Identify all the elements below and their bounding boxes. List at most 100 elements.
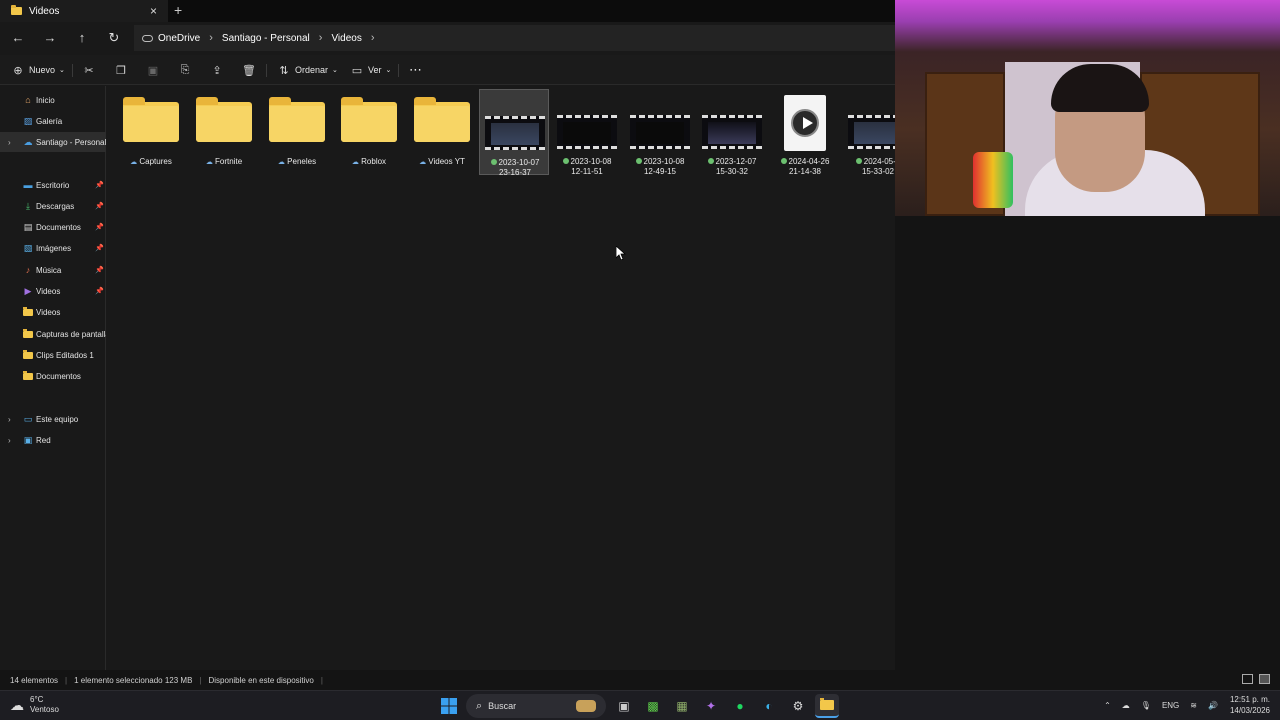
folder-tile-captures[interactable]: ☁ Captures — [116, 89, 186, 175]
refresh-icon[interactable]: ↻ — [105, 29, 123, 47]
pin-icon[interactable]: 📌 — [95, 223, 104, 231]
sidebar-item-musica[interactable]: ♪ Música 📌 — [0, 260, 106, 280]
sidebar-item-escritorio[interactable]: ▬ Escritorio 📌 — [0, 175, 106, 195]
sidebar-item-label: Documentos — [36, 371, 81, 381]
tiles-view-icon[interactable] — [1259, 674, 1270, 684]
synced-check-icon — [562, 158, 569, 164]
divider: | — [65, 675, 68, 685]
video-file-tile[interactable]: 2024-04-26 21-14-38 — [770, 89, 840, 176]
paste-button[interactable]: ▣ — [147, 62, 159, 78]
folder-icon — [23, 306, 33, 317]
up-icon[interactable]: ↑ — [73, 29, 91, 47]
file-name: 2024-05-1 — [863, 157, 895, 166]
sidebar-item-santiago-personal[interactable]: › ☁ Santiago - Personal — [0, 132, 106, 152]
new-tab-icon[interactable]: + — [174, 2, 182, 18]
file-name: 2023-10-07 — [498, 158, 540, 167]
more-options-icon[interactable]: ⋯ — [409, 62, 422, 78]
pin-icon[interactable]: 📌 — [95, 202, 104, 210]
volume-icon[interactable]: 🔊 — [1208, 701, 1218, 710]
file-explorer-icon[interactable] — [815, 694, 839, 718]
pin-icon[interactable]: 📌 — [95, 244, 104, 252]
file-name-time: 12-11-51 — [571, 167, 603, 176]
edge-icon[interactable]: ◐ — [757, 694, 781, 718]
video-file-icon — [784, 95, 826, 151]
file-view: ☁ Captures ☁ Fortnite ☁ Peneles ☁ Roblox… — [107, 86, 895, 671]
video-tile-selected[interactable]: 2023-10-07 23-16-37 — [479, 89, 549, 177]
details-view-icon[interactable] — [1242, 674, 1253, 684]
video-tile[interactable]: 2023-10-08 12-49-15 — [625, 89, 695, 176]
copy-button[interactable]: ❐ — [115, 62, 127, 78]
sidebar-item-descargas[interactable]: ⤓ Descargas 📌 — [0, 196, 106, 216]
onedrive-cloud-icon: ☁ — [23, 136, 33, 147]
share-icon: ⇪ — [212, 64, 222, 77]
video-tile[interactable]: 2023-10-08 12-11-51 — [552, 89, 622, 176]
cut-button[interactable]: ✂ — [83, 62, 95, 78]
folder-tile-roblox[interactable]: ☁ Roblox — [334, 89, 404, 175]
sort-button[interactable]: ⇅ Ordenar ⌄ — [278, 62, 338, 78]
delete-button[interactable]: 🗑 — [242, 62, 256, 78]
onedrive-cloud-icon[interactable]: ☁ — [1122, 701, 1130, 710]
breadcrumb-personal[interactable]: Santiago - Personal — [222, 33, 310, 44]
sidebar-item-red[interactable]: › ▣ Red — [0, 430, 106, 450]
file-name: Captures — [139, 157, 172, 166]
sidebar-item-videos-pinned[interactable]: ▶ Videos 📌 — [0, 281, 106, 301]
sidebar-item-capturas[interactable]: Capturas de pantalla — [0, 324, 106, 344]
breadcrumb-videos[interactable]: Videos — [331, 33, 361, 44]
windows-start-icon[interactable] — [437, 694, 461, 718]
sidebar-item-videos[interactable]: Videos — [0, 302, 106, 322]
folder-icon — [414, 97, 470, 142]
tab-videos[interactable]: Videos × — [0, 0, 168, 22]
sidebar-item-label: Videos — [36, 307, 61, 317]
sidebar-item-clips-editados[interactable]: Clips Editados 1 — [0, 345, 106, 365]
sidebar-item-este-equipo[interactable]: › ▭ Este equipo — [0, 409, 106, 429]
back-icon[interactable]: ← — [9, 29, 27, 47]
breadcrumb-onedrive[interactable]: OneDrive — [158, 33, 200, 44]
pin-icon[interactable]: 📌 — [95, 266, 104, 274]
video-tile[interactable]: 2024-05-115-33-02 — [843, 89, 895, 175]
file-name: Roblox — [361, 157, 387, 166]
sidebar-item-imagenes[interactable]: ▧ Imágenes 📌 — [0, 238, 106, 258]
minecraft-icon[interactable]: ▩ — [641, 694, 665, 718]
sidebar-item-inicio[interactable]: ⌂ Inicio — [0, 90, 106, 110]
sidebar-item-documentos-folder[interactable]: Documentos — [0, 366, 106, 386]
synced-check-icon — [635, 158, 642, 164]
new-button[interactable]: ⊕ Nuevo ⌄ — [12, 62, 65, 78]
minecraft-launcher-icon[interactable]: ▦ — [670, 694, 694, 718]
pin-icon[interactable]: 📌 — [95, 287, 104, 295]
chevron-up-icon[interactable]: ⌃ — [1104, 701, 1111, 710]
rename-button[interactable]: ⎘ — [179, 62, 191, 78]
settings-gear-icon[interactable]: ⚙ — [786, 694, 810, 718]
language-indicator[interactable]: ENG — [1162, 701, 1179, 710]
address-bar-row: ← → ↑ ↻ OneDrive › Santiago - Personal ›… — [0, 22, 895, 54]
video-tile[interactable]: 2023-12-07 15-30-32 — [697, 89, 767, 176]
address-box[interactable]: OneDrive › Santiago - Personal › Videos … — [134, 25, 895, 51]
folder-tile-fortnite[interactable]: ☁ Fortnite — [189, 89, 259, 175]
wifi-icon[interactable]: ≋ — [1190, 701, 1197, 710]
spotify-icon[interactable]: ● — [728, 694, 752, 718]
task-view-icon[interactable]: ▣ — [612, 694, 636, 718]
pin-icon[interactable]: 📌 — [95, 181, 104, 189]
tab-title: Videos — [29, 5, 60, 17]
desktop-icon: ▬ — [23, 180, 33, 190]
forward-icon[interactable]: → — [41, 29, 59, 47]
view-button[interactable]: ▭ Ver ⌄ — [351, 62, 392, 78]
chevron-right-icon[interactable]: › — [8, 436, 11, 445]
download-icon: ⤓ — [26, 200, 30, 211]
folder-tile-videos-yt[interactable]: ☁ Videos YT — [407, 89, 477, 175]
chevron-right-icon[interactable]: › — [371, 32, 375, 44]
share-button[interactable]: ⇪ — [211, 62, 223, 78]
clock[interactable]: 12:51 p. m. 14/03/2026 — [1230, 694, 1270, 716]
taskbar-search[interactable]: ⌕ Buscar — [466, 694, 606, 718]
close-tab-icon[interactable]: × — [150, 4, 157, 18]
chevron-right-icon[interactable]: › — [8, 415, 11, 424]
weather-widget[interactable]: ☁ 6°C Ventoso — [10, 695, 59, 715]
chevron-right-icon[interactable]: › — [8, 138, 11, 147]
microphone-icon[interactable]: 🎙 — [1141, 701, 1151, 710]
navigation-pane: ⌂ Inicio ▨ Galería › ☁ Santiago - Person… — [0, 86, 106, 671]
folder-tile-peneles[interactable]: ☁ Peneles — [262, 89, 332, 175]
sidebar-item-galeria[interactable]: ▨ Galería — [0, 111, 106, 131]
copilot-icon[interactable]: ✦ — [699, 694, 723, 718]
play-icon — [791, 109, 819, 137]
synced-check-icon — [855, 158, 862, 164]
sidebar-item-documentos[interactable]: ▤ Documentos 📌 — [0, 217, 106, 237]
